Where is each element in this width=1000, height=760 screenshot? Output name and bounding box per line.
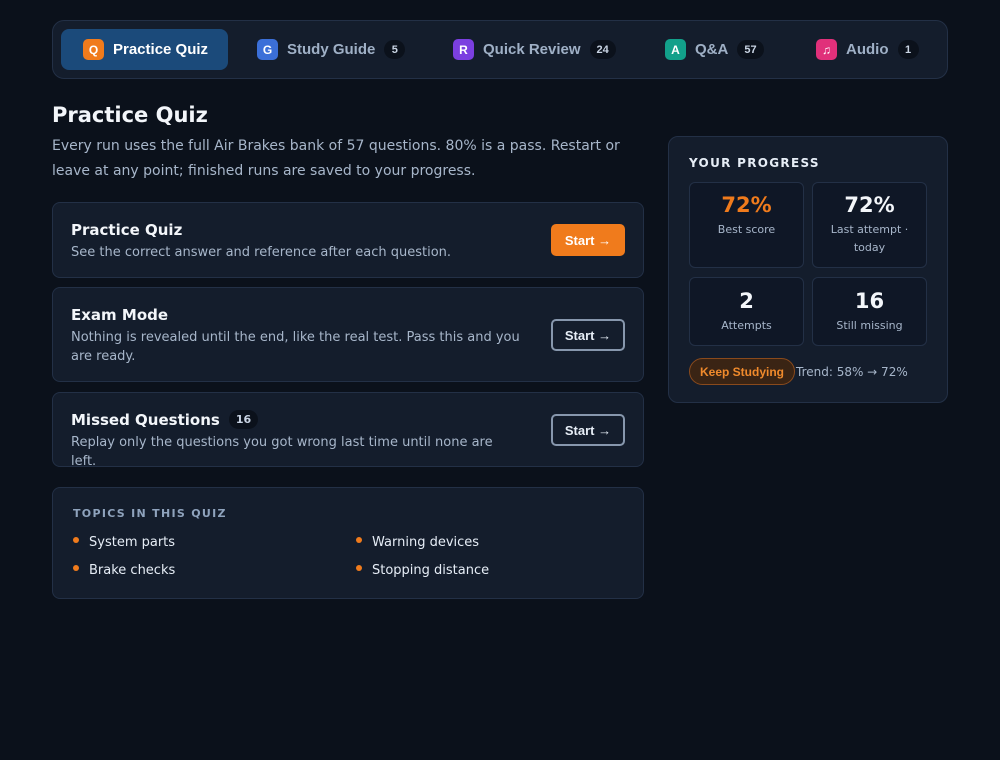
stat-value: 72% [721,193,772,217]
stat-value: 2 [739,289,754,313]
mode-title: Practice Quiz [71,221,183,239]
tab-count-badge: 57 [737,40,764,59]
mode-description: See the correct answer and reference aft… [71,245,452,260]
tab-bar: Q Practice Quiz G Study Guide 5 R Quick … [52,20,948,79]
tab-label: Audio [846,41,889,58]
tab-label: Q&A [695,41,729,58]
tab-label: Quick Review [483,41,581,58]
topics-heading: TOPICS IN THIS QUIZ [73,507,227,520]
progress-panel: YOUR PROGRESS 72% Best score 72% Last at… [668,136,948,403]
tab-label: Practice Quiz [113,41,209,58]
trend-text: Trend: 58% → 72% [796,365,908,379]
page-title: Practice Quiz [52,103,208,127]
tab-audio[interactable]: ♫ Audio 1 [807,29,927,70]
mode-card-missed: Missed Questions 16 Replay only the ques… [52,392,644,469]
page-intro: Every run uses the full Air Brakes bank … [52,138,620,179]
start-exam-button[interactable]: Start → [551,319,625,351]
study-guide-icon: G [257,39,278,60]
bullet-icon [73,564,79,571]
tab-label: Study Guide [287,41,376,58]
qa-icon: A [665,39,686,60]
mode-description: Replay only the questions you got wrong … [71,435,493,469]
status-badge: Keep Studying [689,358,796,385]
mode-card-practice: Practice Quiz See the correct answer and… [52,202,644,278]
topic-item: Brake checks [73,563,175,578]
mode-title: Exam Mode [71,306,169,324]
stat-label: Attempts [721,319,772,332]
tab-count-badge: 1 [897,40,919,59]
topic-item: System parts [73,535,175,550]
mode-card-exam: Exam Mode Nothing is revealed until the … [52,287,644,382]
topics-panel: TOPICS IN THIS QUIZ System parts Warning… [52,487,644,599]
practice-quiz-icon: Q [83,39,104,60]
stat-still-missing: 16 Still missing [812,277,927,346]
mode-description: Nothing is revealed until the end, like … [71,330,520,364]
tab-qa[interactable]: A Q&A 57 [656,29,776,70]
tab-study-guide[interactable]: G Study Guide 5 [248,29,408,70]
bullet-icon [356,536,362,543]
stat-label: Last attempt · today [830,223,909,254]
stat-best-score: 72% Best score [689,182,804,268]
stat-last-attempt: 72% Last attempt · today [812,182,927,268]
start-practice-button[interactable]: Start → [551,224,625,256]
tab-count-badge: 24 [589,40,616,59]
tab-practice-quiz[interactable]: Q Practice Quiz [61,29,228,70]
stat-label: Still missing [836,319,903,332]
topic-item: Warning devices [356,535,479,550]
tab-count-badge: 5 [384,40,406,59]
tab-quick-review[interactable]: R Quick Review 24 [444,29,624,70]
bullet-icon [356,564,362,571]
quick-review-icon: R [453,39,474,60]
missed-count-badge: 16 [228,410,259,429]
bullet-icon [73,536,79,543]
stat-value: 16 [854,289,885,313]
progress-heading: YOUR PROGRESS [689,156,820,170]
mode-title: Missed Questions 16 [71,410,259,429]
stat-attempts: 2 Attempts [689,277,804,346]
start-missed-button[interactable]: Start → [551,414,625,446]
stat-value: 72% [844,193,895,217]
music-note-icon: ♫ [816,39,837,60]
stat-label: Best score [717,223,776,236]
topic-item: Stopping distance [356,563,489,578]
